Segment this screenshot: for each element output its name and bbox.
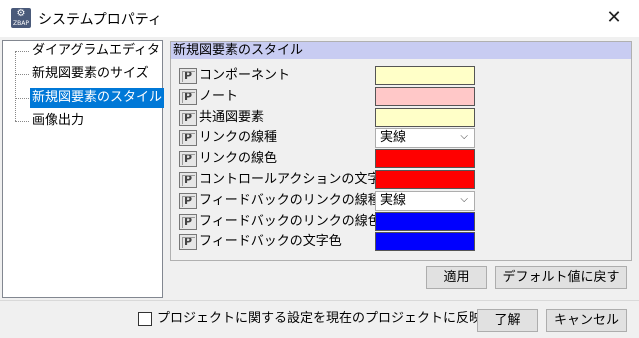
property-label: リンクの線色 (199, 151, 278, 167)
property-icon: P (179, 88, 197, 105)
property-label: フィードバックの文字色 (199, 234, 342, 250)
color-swatch-button[interactable] (375, 86, 475, 106)
ok-button[interactable]: 了解 (477, 309, 538, 332)
category-tree: ダイアグラムエディタ 新規図要素のサイズ 新規図要素のスタイル 画像出力 (2, 40, 165, 298)
property-icon: P (179, 130, 197, 147)
property-label: リンクの線種 (199, 130, 278, 146)
line-style-select[interactable]: 実線 ⌵ (375, 190, 475, 211)
property-row: P コンポーネント (179, 65, 629, 86)
cancel-button[interactable]: キャンセル (546, 309, 627, 332)
property-row: P フィードバックの文字色 (179, 231, 629, 252)
color-swatch-button[interactable] (375, 211, 475, 231)
title-bar: ⚙ ZBAP システムプロパティ ✕ (0, 0, 639, 37)
reset-default-button[interactable]: デフォルト値に戻す (495, 266, 627, 289)
panel-header: 新規図要素のスタイル (171, 42, 631, 59)
property-label: フィードバックのリンクの線種 (199, 192, 381, 208)
property-label: フィードバックのリンクの線色 (199, 213, 381, 229)
footer-separator (0, 300, 639, 301)
property-row: P 共通図要素 (179, 107, 629, 128)
select-value: 実線 (380, 192, 407, 208)
property-icon: P (179, 213, 197, 230)
property-icon: P (179, 234, 197, 251)
property-icon: P (179, 109, 197, 126)
apply-button[interactable]: 適用 (426, 266, 487, 289)
property-row: P フィードバックのリンクの線色 (179, 211, 629, 232)
property-label: コントロールアクションの文字色 (199, 172, 394, 187)
property-row: P ノート (179, 86, 629, 107)
style-properties-panel: 新規図要素のスタイル P コンポーネント P ノート P 共通図要素 P リンクの線種 実線 ⌵ P… (170, 41, 632, 261)
property-row: P フィードバックのリンクの線種 実線 ⌵ (179, 190, 629, 211)
property-label: 共通図要素 (199, 109, 265, 125)
select-value: 実線 (380, 130, 407, 146)
app-logo-icon: ⚙ ZBAP (11, 8, 31, 28)
chevron-down-icon: ⌵ (460, 131, 468, 143)
line-style-select[interactable]: 実線 ⌵ (375, 128, 475, 149)
property-icon: P (179, 192, 197, 209)
chevron-down-icon: ⌵ (460, 193, 468, 205)
color-swatch-button[interactable] (375, 107, 475, 127)
close-icon[interactable]: ✕ (600, 5, 628, 31)
tree-connector-line (15, 51, 16, 121)
color-swatch-button[interactable] (375, 66, 475, 85)
color-swatch-button[interactable] (375, 149, 475, 169)
property-row: P コントロールアクションの文字色 (179, 169, 629, 190)
property-icon: P (179, 172, 197, 188)
property-row: P リンクの線種 実線 ⌵ (179, 127, 629, 149)
apply-to-project-label: プロジェクトに関する設定を現在のプロジェクトに反映する (157, 311, 509, 326)
color-swatch-button[interactable] (375, 232, 475, 252)
property-icon: P (179, 151, 197, 168)
property-label: コンポーネント (199, 68, 291, 83)
window-title: システムプロパティ (38, 12, 162, 28)
apply-to-project-checkbox[interactable] (138, 312, 152, 326)
property-row: P リンクの線色 (179, 148, 629, 169)
property-icon: P (179, 68, 197, 84)
color-swatch-button[interactable] (375, 170, 475, 189)
property-label: ノート (199, 88, 239, 104)
